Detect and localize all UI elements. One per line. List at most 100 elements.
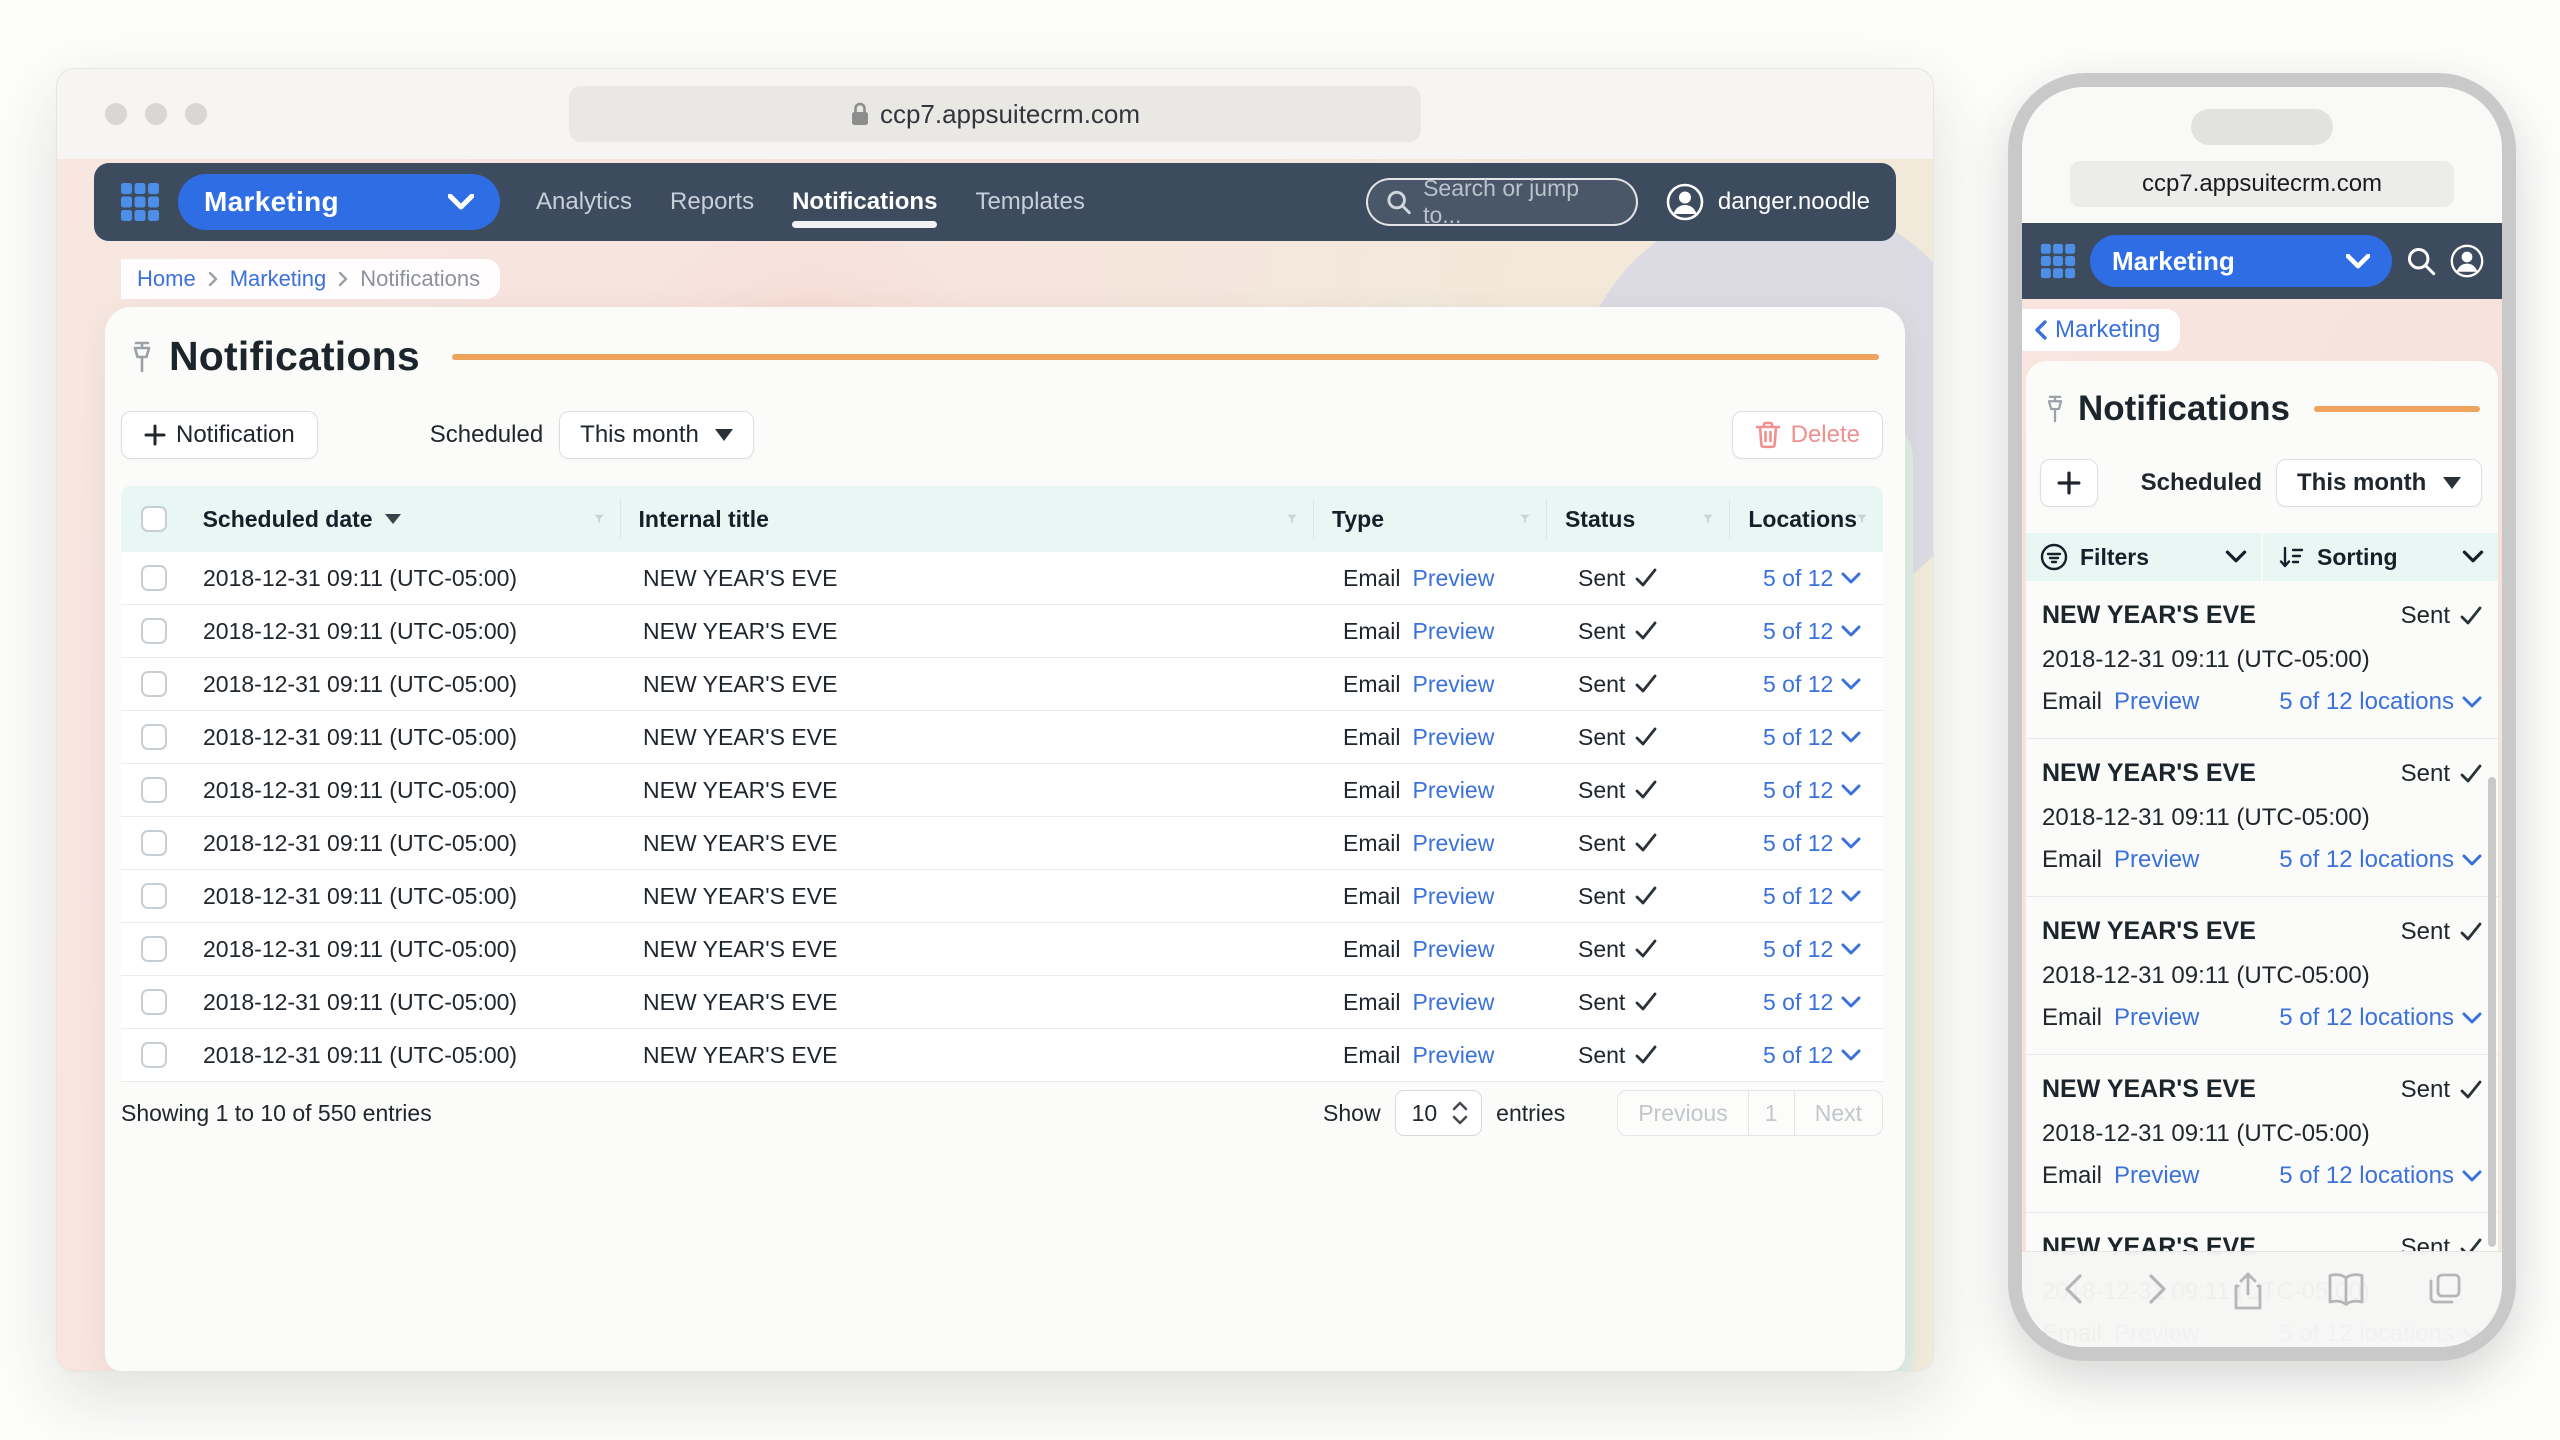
row-checkbox[interactable] bbox=[141, 989, 167, 1015]
preview-link[interactable]: Preview bbox=[1413, 830, 1495, 857]
page-size-select[interactable]: 10 bbox=[1395, 1090, 1483, 1136]
row-checkbox[interactable] bbox=[141, 1042, 167, 1068]
filter-funnel-icon[interactable] bbox=[1287, 507, 1313, 531]
row-checkbox[interactable] bbox=[141, 936, 167, 962]
delete-button[interactable]: Delete bbox=[1732, 411, 1883, 459]
preview-link[interactable]: Preview bbox=[1413, 777, 1495, 804]
preview-link[interactable]: Preview bbox=[1413, 565, 1495, 592]
preview-link[interactable]: Preview bbox=[1413, 936, 1495, 963]
nav-tab-reports[interactable]: Reports bbox=[670, 174, 754, 230]
preview-link[interactable]: Preview bbox=[1413, 883, 1495, 910]
app-grid-icon[interactable] bbox=[120, 182, 160, 222]
previous-page-button[interactable]: Previous bbox=[1618, 1091, 1748, 1135]
column-header-locations[interactable]: Locations bbox=[1730, 499, 1883, 539]
preview-link[interactable]: Preview bbox=[2114, 1004, 2199, 1032]
back-icon[interactable] bbox=[2062, 1272, 2084, 1306]
column-header-type[interactable]: Type bbox=[1314, 499, 1547, 539]
share-icon[interactable] bbox=[2232, 1272, 2264, 1312]
locations-count: 5 of 12 locations bbox=[2279, 688, 2454, 716]
search-input[interactable]: Search or jump to... bbox=[1366, 178, 1638, 226]
window-minimize-button[interactable] bbox=[145, 103, 167, 125]
row-checkbox[interactable] bbox=[141, 830, 167, 856]
locations-link[interactable]: 5 of 12 bbox=[1763, 618, 1861, 645]
locations-link[interactable]: 5 of 12 bbox=[1763, 989, 1861, 1016]
row-checkbox[interactable] bbox=[141, 671, 167, 697]
preview-link[interactable]: Preview bbox=[1413, 618, 1495, 645]
date-range-dropdown[interactable]: This month bbox=[559, 411, 754, 459]
app-switcher-dropdown[interactable]: Marketing bbox=[178, 174, 500, 230]
filter-funnel-icon[interactable] bbox=[1857, 507, 1883, 531]
locations-link[interactable]: 5 of 12 bbox=[1763, 883, 1861, 910]
locations-link[interactable]: 5 of 12 bbox=[1763, 830, 1861, 857]
notification-card[interactable]: NEW YEAR'S EVE Sent 2018-12-31 09:11 (UT… bbox=[2026, 739, 2498, 897]
filter-funnel-icon[interactable] bbox=[1703, 507, 1729, 531]
table-footer: Showing 1 to 10 of 550 entries Show 10 e… bbox=[121, 1082, 1883, 1144]
address-bar[interactable]: ccp7.appsuitecrm.com bbox=[569, 86, 1421, 142]
preview-link[interactable]: Preview bbox=[2114, 846, 2199, 874]
preview-link[interactable]: Preview bbox=[2114, 688, 2199, 716]
filter-funnel-icon[interactable] bbox=[594, 507, 620, 531]
filters-dropdown[interactable]: Filters bbox=[2026, 533, 2261, 581]
row-checkbox[interactable] bbox=[141, 618, 167, 644]
breadcrumb-marketing-link[interactable]: Marketing bbox=[230, 266, 327, 292]
avatar-icon[interactable] bbox=[2450, 244, 2484, 278]
preview-link[interactable]: Preview bbox=[1413, 989, 1495, 1016]
mobile-address-bar[interactable]: ccp7.appsuitecrm.com bbox=[2070, 161, 2454, 207]
locations-link[interactable]: 5 of 12 bbox=[1763, 936, 1861, 963]
preview-link[interactable]: Preview bbox=[1413, 1042, 1495, 1069]
nav-tab-templates[interactable]: Templates bbox=[975, 174, 1084, 230]
column-header-internal-title[interactable]: Internal title bbox=[621, 499, 1314, 539]
nav-tab-analytics[interactable]: Analytics bbox=[536, 174, 632, 230]
cell-status: Sent bbox=[1578, 830, 1625, 857]
breadcrumb-home-link[interactable]: Home bbox=[137, 266, 196, 292]
locations-link[interactable]: 5 of 12 bbox=[1763, 777, 1861, 804]
row-checkbox[interactable] bbox=[141, 565, 167, 591]
window-close-button[interactable] bbox=[105, 103, 127, 125]
add-notification-button[interactable]: Notification bbox=[121, 411, 318, 459]
locations-link[interactable]: 5 of 12 locations bbox=[2279, 1004, 2482, 1032]
status-text: Sent bbox=[2401, 602, 2450, 630]
sort-desc-icon bbox=[385, 514, 401, 524]
bookmarks-icon[interactable] bbox=[2327, 1272, 2365, 1306]
preview-link[interactable]: Preview bbox=[1413, 724, 1495, 751]
notification-card[interactable]: NEW YEAR'S EVE Sent 2018-12-31 09:11 (UT… bbox=[2026, 581, 2498, 739]
mobile-app-switcher-dropdown[interactable]: Marketing bbox=[2090, 235, 2392, 287]
notification-card[interactable]: NEW YEAR'S EVE Sent 2018-12-31 09:11 (UT… bbox=[2026, 897, 2498, 1055]
preview-link[interactable]: Preview bbox=[1413, 671, 1495, 698]
nav-tab-notifications[interactable]: Notifications bbox=[792, 174, 937, 230]
locations-link[interactable]: 5 of 12 bbox=[1763, 724, 1861, 751]
user-menu[interactable]: danger.noodle bbox=[1666, 183, 1870, 221]
window-zoom-button[interactable] bbox=[185, 103, 207, 125]
page-number-button[interactable]: 1 bbox=[1749, 1091, 1795, 1135]
row-checkbox[interactable] bbox=[141, 883, 167, 909]
locations-link[interactable]: 5 of 12 locations bbox=[2279, 688, 2482, 716]
locations-link[interactable]: 5 of 12 bbox=[1763, 565, 1861, 592]
row-checkbox[interactable] bbox=[141, 724, 167, 750]
locations-link[interactable]: 5 of 12 locations bbox=[2279, 846, 2482, 874]
app-grid-icon[interactable] bbox=[2040, 243, 2076, 279]
date-range-dropdown[interactable]: This month bbox=[2276, 459, 2482, 507]
forward-icon[interactable] bbox=[2147, 1272, 2169, 1306]
select-all-checkbox[interactable] bbox=[141, 506, 167, 532]
stepper-icon bbox=[1451, 1100, 1469, 1126]
notification-card[interactable]: NEW YEAR'S EVE Sent 2018-12-31 09:11 (UT… bbox=[2026, 1055, 2498, 1213]
next-page-button[interactable]: Next bbox=[1795, 1091, 1882, 1135]
window-controls[interactable] bbox=[105, 103, 207, 125]
search-icon[interactable] bbox=[2406, 246, 2436, 276]
locations-link[interactable]: 5 of 12 bbox=[1763, 671, 1861, 698]
add-notification-button[interactable] bbox=[2040, 459, 2098, 507]
tabs-icon[interactable] bbox=[2428, 1272, 2462, 1306]
back-link[interactable]: Marketing bbox=[2022, 309, 2180, 351]
cell-internal-title: NEW YEAR'S EVE bbox=[625, 1042, 1325, 1069]
cell-type: Email bbox=[1343, 565, 1401, 592]
locations-link[interactable]: 5 of 12 locations bbox=[2279, 1162, 2482, 1190]
sorting-dropdown[interactable]: Sorting bbox=[2263, 533, 2498, 581]
column-header-scheduled-date[interactable]: Scheduled date bbox=[185, 499, 621, 539]
locations-link[interactable]: 5 of 12 bbox=[1763, 1042, 1861, 1069]
scrollbar[interactable] bbox=[2488, 777, 2496, 1247]
row-checkbox[interactable] bbox=[141, 777, 167, 803]
preview-link[interactable]: Preview bbox=[2114, 1162, 2199, 1190]
locations-count: 5 of 12 bbox=[1763, 724, 1833, 751]
filter-funnel-icon[interactable] bbox=[1520, 507, 1546, 531]
column-header-status[interactable]: Status bbox=[1547, 499, 1730, 539]
